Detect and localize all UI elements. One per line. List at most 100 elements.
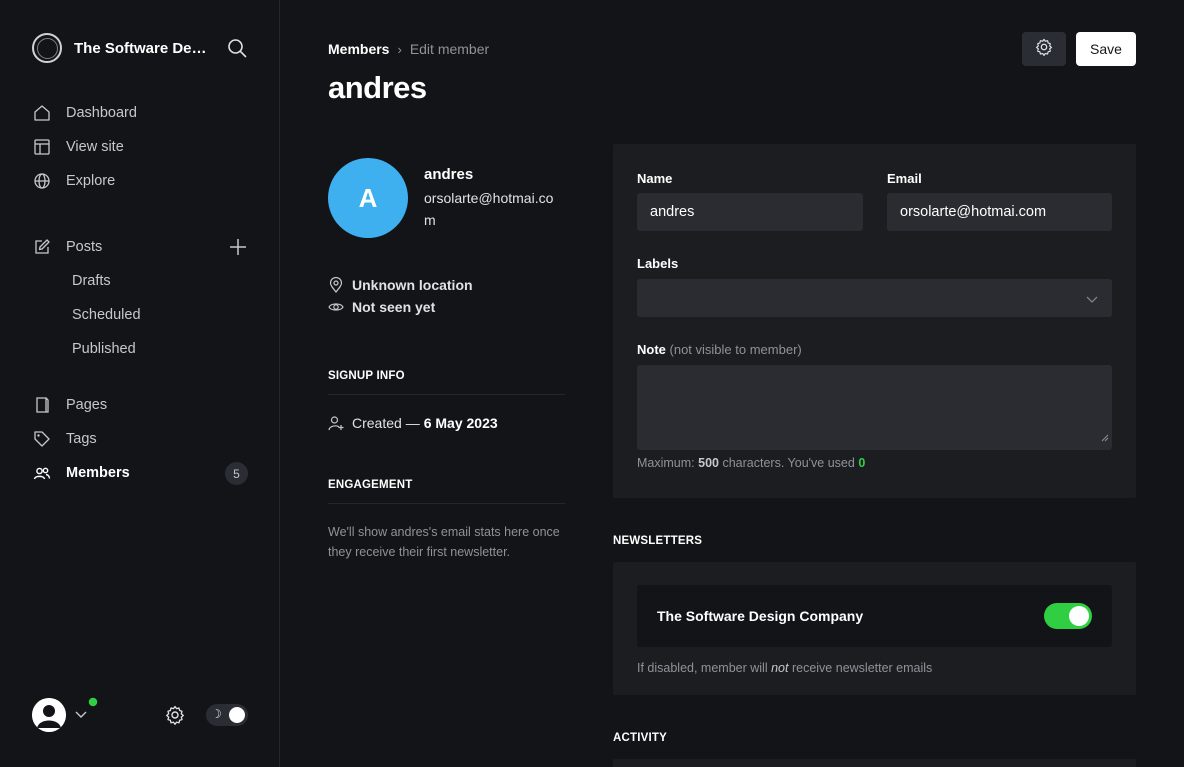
breadcrumb-members-link[interactable]: Members [328,41,389,57]
eye-icon [328,299,344,315]
note-hint-mid: characters. You've used [722,456,855,470]
sidebar-item-view-site[interactable]: View site [32,130,248,164]
member-email: orsolarte@hotmai.com [424,190,554,228]
page-icon [32,395,52,415]
gear-icon[interactable] [164,704,186,726]
user-plus-icon [328,415,344,431]
sidebar-nav: Dashboard View site Explore Posts Drafts… [32,96,248,490]
created-date: 6 May 2023 [423,415,498,431]
sidebar-item-drafts[interactable]: Drafts [32,264,248,298]
sidebar-item-explore[interactable]: Explore [32,164,248,198]
newsletters-heading: NEWSLETTERS [613,535,703,547]
news-hint-prefix: If disabled, member will [637,661,768,675]
sidebar-item-label: Members [66,465,130,481]
theme-toggle[interactable]: ☽ [206,704,248,726]
members-count-badge: 5 [225,462,248,485]
brand: The Software Design Company [32,32,248,64]
newsletter-row: The Software Design Company [637,585,1112,647]
newsletters-card: The Software Design Company If disabled,… [613,562,1136,695]
created-row: Created — 6 May 2023 [328,415,565,431]
tag-icon [32,429,52,449]
newsletter-subscription-toggle[interactable] [1044,603,1092,629]
chevron-down-icon[interactable] [74,708,88,722]
pencil-square-icon [32,237,52,257]
activity-card [613,759,1136,767]
online-status-dot [87,695,99,713]
nav-divider [32,198,248,230]
sidebar-item-posts[interactable]: Posts [32,230,248,264]
save-button[interactable]: Save [1076,32,1136,66]
breadcrumb: Members › Edit member [328,41,489,57]
sidebar-item-published[interactable]: Published [32,332,248,366]
sidebar-item-members[interactable]: Members 5 [32,456,248,490]
member-settings-button[interactable] [1022,32,1066,66]
sidebar-item-label: Tags [66,431,97,447]
news-hint-em: not [771,661,789,675]
member-name: andres [424,166,474,183]
resize-grip-icon[interactable] [1101,429,1109,447]
sidebar-item-label: Published [72,341,136,357]
sidebar-footer: ☽ [32,695,248,735]
site-logo[interactable] [32,33,62,63]
sidebar-item-label: Pages [66,397,108,413]
chevron-down-icon [1086,291,1098,309]
home-icon [32,103,52,123]
member-avatar: A [328,158,408,238]
new-post-plus-icon[interactable] [228,237,248,257]
note-label: Note (not visible to member) [637,342,802,357]
sidebar-item-label: Dashboard [66,105,137,121]
note-hint-prefix: Maximum: [637,456,695,470]
profile-identity: andres orsolarte@hotmai.com [424,166,565,238]
moon-icon: ☽ [211,707,222,721]
engagement-heading: ENGAGEMENT [328,479,565,504]
nav-divider [32,366,248,388]
note-max-chars: 500 [698,456,719,470]
map-pin-icon [328,277,344,293]
site-title[interactable]: The Software Design Company [74,40,214,57]
email-input[interactable]: orsolarte@hotmai.com [887,193,1112,231]
layout-icon [32,137,52,157]
profile-header: A andres orsolarte@hotmai.com [328,158,565,238]
signup-info-heading: SIGNUP INFO [328,370,565,395]
engagement-text: We'll show andres's email stats here onc… [328,525,560,559]
sidebar-item-label: Scheduled [72,307,141,323]
sidebar: The Software Design Company Dashboard Vi… [0,0,280,767]
sidebar-item-pages[interactable]: Pages [32,388,248,422]
location-text: Unknown location [352,277,473,293]
note-textarea[interactable] [637,365,1112,450]
toggle-knob [229,707,245,723]
sidebar-item-label: Drafts [72,273,111,289]
member-form-card: Name andres Email orsolarte@hotmai.com L… [613,144,1136,498]
note-used-chars: 0 [858,456,866,470]
members-icon [32,463,52,483]
activity-heading: ACTIVITY [613,732,667,744]
member-meta: Unknown location Not seen yet [328,274,565,318]
labels-select[interactable] [637,279,1112,317]
sidebar-item-label: Posts [66,239,103,255]
created-label: Created — [352,415,420,431]
sidebar-item-dashboard[interactable]: Dashboard [32,96,248,130]
sidebar-item-scheduled[interactable]: Scheduled [32,298,248,332]
seen-row: Not seen yet [328,296,565,318]
user-avatar[interactable] [32,698,66,732]
location-row: Unknown location [328,274,565,296]
newsletter-name: The Software Design Company [657,608,864,624]
app-window: The Software Design Company Dashboard Vi… [0,0,1184,767]
main-content: Members › Edit member andres Save A andr… [280,0,1184,767]
name-input[interactable]: andres [637,193,863,231]
search-icon[interactable] [226,37,248,59]
note-label-text: Note [637,342,666,357]
name-label: Name [637,171,673,186]
toggle-knob [1069,606,1089,626]
note-char-hint: Maximum: 500 characters. You've used 0 [637,456,865,470]
note-sublabel: (not visible to member) [669,342,802,357]
gear-icon [1035,38,1053,61]
sidebar-item-tags[interactable]: Tags [32,422,248,456]
breadcrumb-current: Edit member [409,41,490,57]
globe-icon [32,171,52,191]
header-actions: Save [1022,32,1136,66]
page-title: andres [328,70,427,105]
newsletter-hint: If disabled, member will not receive new… [637,661,932,675]
chevron-right-icon: › [397,41,402,57]
member-profile: A andres orsolarte@hotmai.com Unknown lo… [328,158,565,562]
